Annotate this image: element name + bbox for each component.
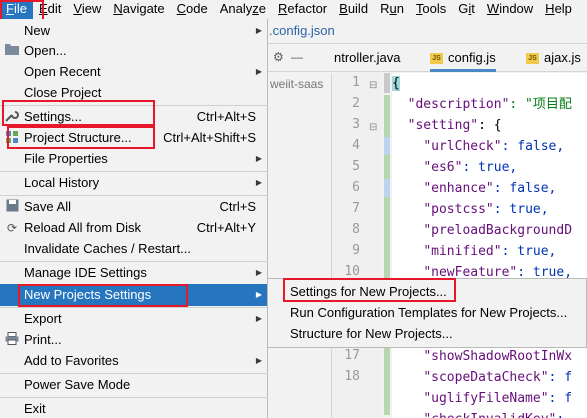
line-number: 6 — [352, 180, 360, 195]
line-number: 17 — [344, 348, 360, 363]
submenu-item-settings-for-new-projects[interactable]: Settings for New Projects... — [268, 281, 586, 303]
menu-item-power-save-mode[interactable]: Power Save Mode — [0, 374, 268, 396]
code-editor[interactable]: { "description": "项目配 "setting": { "urlC… — [392, 73, 587, 418]
menu-analyze[interactable]: Analyze — [214, 0, 272, 19]
submenu-arrow-icon: ▶ — [255, 178, 262, 187]
menu-build[interactable]: Build — [333, 0, 374, 19]
wrench-icon — [4, 109, 20, 125]
code-line: "es6": true, — [423, 160, 518, 175]
menu-item-new-projects-settings[interactable]: New Projects Settings ▶ — [0, 284, 268, 306]
code-line: "setting": { — [407, 118, 502, 133]
submenu-arrow-icon: ▶ — [255, 26, 262, 35]
code-line: "preloadBackgroundD — [423, 223, 573, 238]
line-number: 7 — [352, 201, 360, 216]
line-number: 18 — [344, 369, 360, 384]
project-panel: weiit-saas — [268, 73, 332, 418]
menu-item-manage-ide-settings[interactable]: Manage IDE Settings ▶ — [0, 262, 268, 284]
menu-file[interactable]: File — [0, 0, 33, 19]
submenu-item-structure-for-new-projects[interactable]: Structure for New Projects... — [268, 323, 586, 345]
code-line: "enhance": false, — [423, 181, 557, 196]
line-number: 10 — [344, 264, 360, 279]
fold-icon[interactable]: ⊟ — [369, 80, 377, 91]
submenu-arrow-icon: ▶ — [255, 154, 262, 163]
menu-item-settings[interactable]: Settings... Ctrl+Alt+S — [0, 106, 268, 128]
submenu-item-run-configuration-templates[interactable]: Run Configuration Templates for New Proj… — [268, 302, 586, 324]
code-line: "scopeDataCheck": f — [423, 370, 573, 385]
menu-help[interactable]: Help — [539, 0, 578, 19]
menu-item-export[interactable]: Export ▶ — [0, 308, 268, 330]
menu-item-file-properties[interactable]: File Properties ▶ — [0, 148, 268, 170]
menu-item-open[interactable]: Open... — [0, 40, 268, 62]
menu-item-new[interactable]: New ▶ — [0, 20, 268, 42]
menu-item-invalidate-caches[interactable]: Invalidate Caches / Restart... — [0, 238, 268, 260]
menu-edit[interactable]: Edit — [33, 0, 67, 19]
menu-window[interactable]: Window — [481, 0, 539, 19]
file-menu-dropdown: New ▶ Open... Open Recent ▶ Close Project … — [0, 19, 268, 418]
line-number: 9 — [352, 243, 360, 258]
menu-git[interactable]: Git — [452, 0, 481, 19]
menu-view[interactable]: View — [67, 0, 107, 19]
menu-tools[interactable]: Tools — [410, 0, 452, 19]
submenu-arrow-icon: ▶ — [255, 290, 262, 299]
tab-ajax-js[interactable]: JS ajax.js — [526, 44, 581, 72]
code-line: "checkInvalidKey": — [392, 409, 572, 418]
editor-tabs: ⚙ — ntroller.java JS config.js JS ajax.js — [268, 44, 587, 72]
print-icon — [4, 332, 20, 348]
menu-navigate[interactable]: Navigate — [107, 0, 170, 19]
menu-item-project-structure[interactable]: Project Structure... Ctrl+Alt+Shift+S — [0, 127, 268, 149]
tab-config-js[interactable]: JS config.js — [430, 44, 496, 72]
fold-icon[interactable]: ⊟ — [369, 122, 377, 133]
change-markers — [382, 73, 392, 418]
code-line: "minified": true, — [423, 244, 557, 259]
menu-item-close-project[interactable]: Close Project — [0, 82, 268, 104]
submenu-arrow-icon: ▶ — [255, 314, 262, 323]
js-icon: JS — [526, 53, 539, 65]
menu-run[interactable]: Run — [374, 0, 410, 19]
code-line: "description": "项目配 — [407, 97, 572, 112]
folder-icon — [4, 43, 20, 59]
code-line: "postcss": true, — [423, 202, 549, 217]
menu-item-print[interactable]: Print... — [0, 329, 268, 351]
reload-icon: ⟳ — [6, 221, 18, 235]
line-number-gutter: 1 2 3 4 5 6 7 8 9 10 11 16 17 18 ⊟ ⊟ — [332, 73, 382, 418]
menu-item-save-all[interactable]: Save All Ctrl+S — [0, 196, 268, 218]
js-icon: JS — [430, 53, 443, 65]
menu-refactor[interactable]: Refactor — [272, 0, 333, 19]
line-number: 4 — [352, 138, 360, 153]
submenu-arrow-icon: ▶ — [255, 356, 262, 365]
line-number: 2 — [352, 96, 360, 111]
code-line: "urlCheck": false, — [423, 139, 565, 154]
new-projects-settings-submenu: Settings for New Projects... Run Configu… — [267, 278, 587, 348]
project-structure-icon — [4, 130, 20, 146]
minus-icon[interactable]: — — [291, 50, 303, 64]
tab-controller-java[interactable]: ntroller.java — [334, 44, 400, 72]
line-number: 3 — [352, 117, 360, 132]
line-number: 5 — [352, 159, 360, 174]
breadcrumb[interactable]: .config.json — [268, 19, 587, 44]
code-line: "uglifyFileName": f — [423, 391, 573, 406]
menu-code[interactable]: Code — [171, 0, 214, 19]
submenu-arrow-icon: ▶ — [255, 268, 262, 277]
code-line: "showShadowRootInWx — [423, 349, 573, 364]
menu-item-open-recent[interactable]: Open Recent ▶ — [0, 61, 268, 83]
menu-item-reload-all[interactable]: ⟳ Reload All from Disk Ctrl+Alt+Y — [0, 217, 268, 239]
line-number: 8 — [352, 222, 360, 237]
submenu-arrow-icon: ▶ — [255, 67, 262, 76]
gear-icon[interactable]: ⚙ — [273, 50, 284, 64]
menu-item-exit[interactable]: Exit — [0, 398, 268, 418]
menu-item-add-to-favorites[interactable]: Add to Favorites ▶ — [0, 350, 268, 372]
menu-item-local-history[interactable]: Local History ▶ — [0, 172, 268, 194]
menu-bar: File Edit View Navigate Code Analyze Ref… — [0, 0, 587, 19]
line-number: 1 — [352, 75, 360, 90]
save-icon — [4, 199, 20, 215]
code-line: { — [392, 76, 400, 91]
